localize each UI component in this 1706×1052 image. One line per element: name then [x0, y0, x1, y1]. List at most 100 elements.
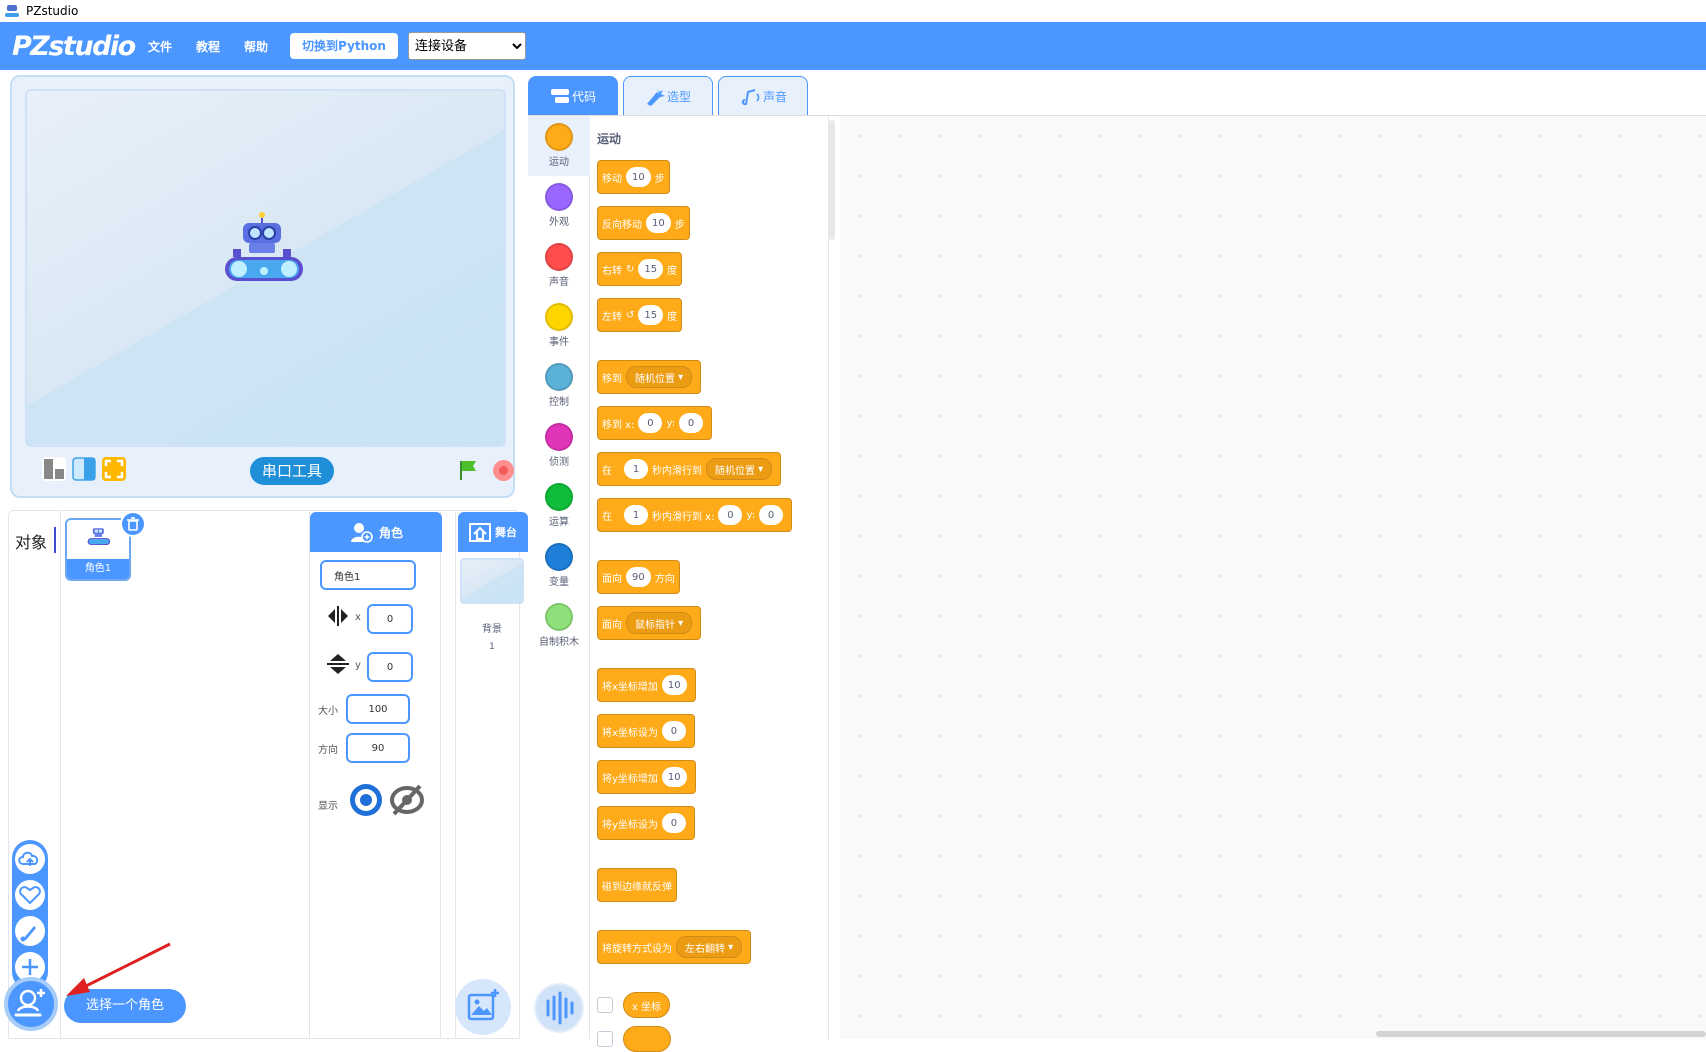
- block-input[interactable]: 0: [661, 813, 686, 833]
- add-extension-button[interactable]: [534, 983, 584, 1033]
- block-input[interactable]: 0: [759, 505, 784, 525]
- block-dropdown[interactable]: 随机位置 ▾: [706, 458, 773, 480]
- hide-eye-icon[interactable]: [388, 782, 426, 818]
- block-input[interactable]: 15: [638, 259, 664, 279]
- menu-file[interactable]: 文件: [148, 38, 172, 55]
- block-input[interactable]: 0: [679, 413, 704, 433]
- block-point-towards[interactable]: 面向 鼠标指针 ▾: [597, 606, 702, 640]
- block-turn-left[interactable]: 左转 ↺ 15 度: [597, 298, 683, 332]
- sprite-name-field[interactable]: 角色1: [320, 560, 416, 590]
- block-dropdown[interactable]: 鼠标指针 ▾: [626, 612, 693, 634]
- block-dropdown[interactable]: 随机位置 ▾: [626, 366, 693, 388]
- block-input[interactable]: 1: [624, 459, 648, 479]
- trash-icon: [127, 517, 139, 531]
- block-input[interactable]: 0: [718, 505, 743, 525]
- block-input[interactable]: 0: [638, 413, 663, 433]
- block-dropdown[interactable]: 左右翻转 ▾: [676, 936, 743, 958]
- small-stage-button[interactable]: [42, 457, 66, 481]
- y-position-field[interactable]: 0: [367, 652, 413, 682]
- robot-sprite[interactable]: [219, 209, 309, 285]
- category-sensing[interactable]: 侦测: [528, 416, 590, 476]
- category-variables[interactable]: 变量: [528, 536, 590, 596]
- connect-device-select[interactable]: 连接设备: [407, 32, 526, 60]
- tab-sounds[interactable]: 声音: [718, 76, 808, 116]
- dropdown-value: 随机位置: [715, 465, 755, 477]
- surprise-sprite-button[interactable]: [15, 880, 45, 910]
- block-input[interactable]: 10: [646, 213, 671, 233]
- show-eye-icon[interactable]: [348, 782, 384, 818]
- x-position-field[interactable]: 0: [367, 604, 413, 634]
- control-icon: [545, 363, 573, 391]
- code-workspace[interactable]: [840, 116, 1706, 1039]
- block-goto[interactable]: 移到 随机位置 ▾: [597, 360, 702, 394]
- category-control[interactable]: 控制: [528, 356, 590, 416]
- stage-tab-header[interactable]: 舞台: [458, 512, 528, 552]
- sprite-properties: 角色 角色1 x 0 y 0 大小 100 方向 90 显示: [309, 512, 442, 1039]
- category-label: 运动: [549, 157, 569, 168]
- x-position-checkbox[interactable]: [597, 997, 613, 1013]
- tab-costumes[interactable]: 造型: [623, 76, 713, 116]
- block-text: y:: [666, 417, 676, 429]
- category-label: 侦测: [549, 457, 569, 468]
- block-change-y[interactable]: 将y坐标增加 10: [597, 760, 696, 794]
- block-input[interactable]: 0: [661, 721, 686, 741]
- switch-to-python-button[interactable]: 切换到Python: [290, 33, 398, 59]
- paint-sprite-button[interactable]: [15, 916, 45, 946]
- stop-button[interactable]: [493, 460, 514, 481]
- delete-sprite-button[interactable]: [120, 511, 146, 537]
- category-my-blocks[interactable]: 自制积木: [528, 596, 590, 656]
- stage-canvas[interactable]: [25, 89, 506, 447]
- choose-backdrop-button[interactable]: [455, 979, 511, 1035]
- tab-code[interactable]: 代码: [528, 76, 618, 116]
- block-point-direction[interactable]: 面向 90 方向: [597, 560, 680, 594]
- block-set-y[interactable]: 将y坐标设为 0: [597, 806, 695, 840]
- size-field[interactable]: 100: [346, 694, 410, 724]
- direction-field[interactable]: 90: [346, 733, 410, 763]
- category-looks[interactable]: 外观: [528, 176, 590, 236]
- block-input[interactable]: 10: [626, 167, 651, 187]
- block-input[interactable]: 90: [626, 567, 651, 587]
- palette-scrollbar[interactable]: [829, 120, 835, 240]
- x-position-reporter[interactable]: x 坐标: [623, 992, 671, 1018]
- fullscreen-button[interactable]: [102, 457, 126, 481]
- fullscreen-icon: [104, 459, 124, 479]
- tab-sounds-label: 声音: [762, 89, 787, 104]
- y-position-reporter[interactable]: [623, 1026, 671, 1052]
- block-glide[interactable]: 在 1 秒内滑行到 随机位置 ▾: [597, 452, 782, 486]
- block-goto-xy[interactable]: 移到 x: 0 y: 0: [597, 406, 713, 440]
- normal-stage-button[interactable]: [72, 457, 96, 481]
- sprite-tab-header[interactable]: 角色: [310, 512, 442, 552]
- block-move[interactable]: 移动 10 步: [597, 160, 670, 194]
- block-move-back[interactable]: 反向移动 10 步: [597, 206, 690, 240]
- palette-section-title: 运动: [597, 132, 622, 146]
- block-text: 移动: [602, 173, 622, 185]
- block-input[interactable]: 10: [661, 675, 687, 695]
- block-input[interactable]: 15: [638, 305, 664, 325]
- category-sound[interactable]: 声音: [528, 236, 590, 296]
- category-operators[interactable]: 运算: [528, 476, 590, 536]
- block-rotation-style[interactable]: 将旋转方式设为 左右翻转 ▾: [597, 930, 752, 964]
- block-glide-xy[interactable]: 在 1 秒内滑行到 x: 0 y: 0: [597, 498, 793, 532]
- workspace-horizontal-scrollbar[interactable]: [1376, 1031, 1706, 1037]
- backdrop-thumbnail[interactable]: [460, 558, 524, 604]
- block-set-x[interactable]: 将x坐标设为 0: [597, 714, 695, 748]
- app-logo[interactable]: PZstudio: [12, 31, 136, 62]
- y-position-checkbox[interactable]: [597, 1031, 613, 1047]
- window-title: PZstudio: [26, 4, 79, 18]
- block-input[interactable]: 10: [661, 767, 687, 787]
- upload-sprite-button[interactable]: [15, 844, 45, 874]
- block-change-x[interactable]: 将x坐标增加 10: [597, 668, 696, 702]
- block-text: 将y坐标设为: [602, 819, 658, 831]
- menu-help[interactable]: 帮助: [244, 38, 268, 55]
- tab-code-label: 代码: [571, 89, 596, 104]
- objects-label: 对象: [15, 533, 48, 552]
- block-turn-right[interactable]: 右转 ↻ 15 度: [597, 252, 683, 286]
- menu-tutorial[interactable]: 教程: [196, 38, 220, 55]
- block-bounce[interactable]: 碰到边缘就反弹: [597, 868, 677, 902]
- serial-tool-button[interactable]: 串口工具: [250, 457, 334, 485]
- category-events[interactable]: 事件: [528, 296, 590, 356]
- choose-sprite-button[interactable]: [4, 977, 58, 1031]
- category-motion[interactable]: 运动: [528, 116, 590, 176]
- block-input[interactable]: 1: [624, 505, 648, 525]
- green-flag-icon[interactable]: [458, 459, 478, 481]
